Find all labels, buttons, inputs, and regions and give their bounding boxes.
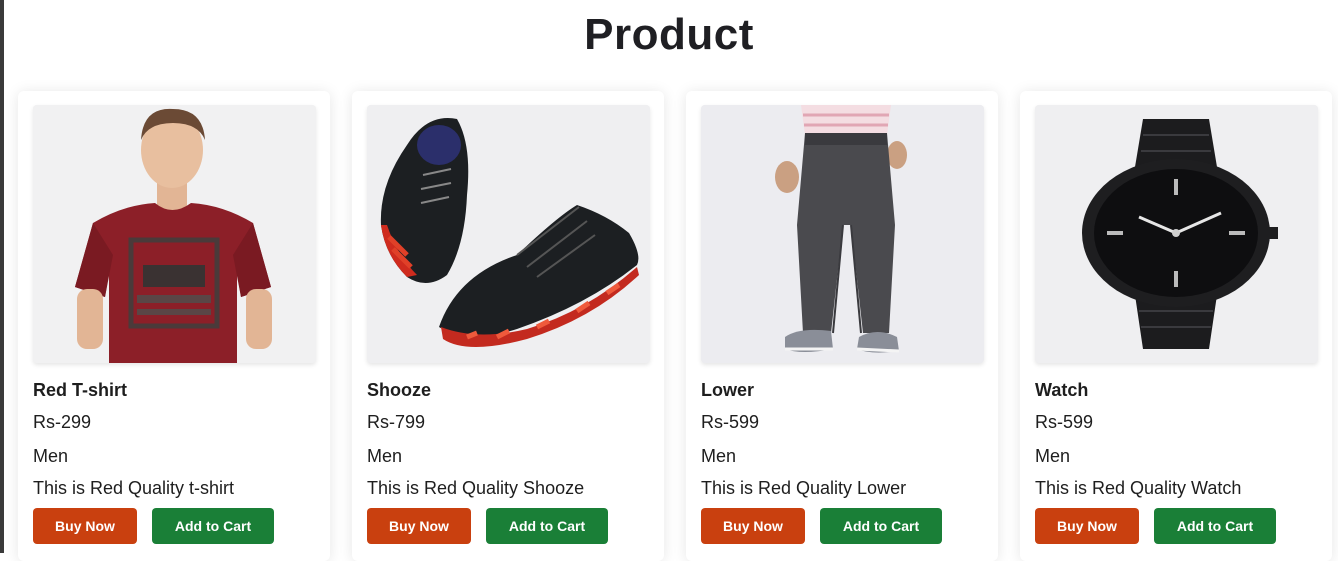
shoes-icon bbox=[367, 105, 650, 363]
watch-icon bbox=[1035, 105, 1318, 363]
product-image[interactable] bbox=[1035, 105, 1318, 363]
product-price: Rs-599 bbox=[701, 412, 760, 432]
product-category: Men bbox=[1035, 446, 1071, 466]
product-description: This is Red Quality t-shirt bbox=[33, 478, 235, 498]
product-name: Watch bbox=[1035, 380, 1089, 400]
product-card: Watch Rs-599 Men This is Red Quality Wat… bbox=[1020, 91, 1332, 561]
product-price: Rs-299 bbox=[33, 412, 92, 432]
product-grid: Red T-shirt Rs-299 Men This is Red Quali… bbox=[18, 91, 1338, 561]
product-card: Red T-shirt Rs-299 Men This is Red Quali… bbox=[18, 91, 330, 561]
product-category: Men bbox=[367, 446, 403, 466]
add-to-cart-button[interactable]: Add to Cart bbox=[152, 508, 274, 544]
buy-now-button[interactable]: Buy Now bbox=[701, 508, 805, 544]
buy-now-button[interactable]: Buy Now bbox=[367, 508, 471, 544]
add-to-cart-button[interactable]: Add to Cart bbox=[1154, 508, 1276, 544]
product-name: Lower bbox=[701, 380, 755, 400]
add-to-cart-button[interactable]: Add to Cart bbox=[820, 508, 942, 544]
product-image[interactable] bbox=[701, 105, 984, 363]
buy-now-button[interactable]: Buy Now bbox=[1035, 508, 1139, 544]
product-category: Men bbox=[33, 446, 69, 466]
product-price: Rs-599 bbox=[1035, 412, 1094, 432]
red-tshirt-icon bbox=[33, 105, 316, 363]
product-image[interactable] bbox=[367, 105, 650, 363]
trousers-icon bbox=[701, 105, 984, 363]
page-title: Product bbox=[584, 10, 754, 59]
product-name: Shooze bbox=[367, 380, 432, 400]
product-name: Red T-shirt bbox=[33, 380, 128, 400]
window-edge bbox=[0, 0, 4, 553]
product-description: This is Red Quality Shooze bbox=[367, 478, 585, 498]
product-category: Men bbox=[701, 446, 737, 466]
product-image[interactable] bbox=[33, 105, 316, 363]
product-description: This is Red Quality Watch bbox=[1035, 478, 1242, 498]
product-card: Shooze Rs-799 Men This is Red Quality Sh… bbox=[352, 91, 664, 561]
add-to-cart-button[interactable]: Add to Cart bbox=[486, 508, 608, 544]
product-card: Lower Rs-599 Men This is Red Quality Low… bbox=[686, 91, 998, 561]
product-price: Rs-799 bbox=[367, 412, 426, 432]
product-description: This is Red Quality Lower bbox=[701, 478, 907, 498]
buy-now-button[interactable]: Buy Now bbox=[33, 508, 137, 544]
